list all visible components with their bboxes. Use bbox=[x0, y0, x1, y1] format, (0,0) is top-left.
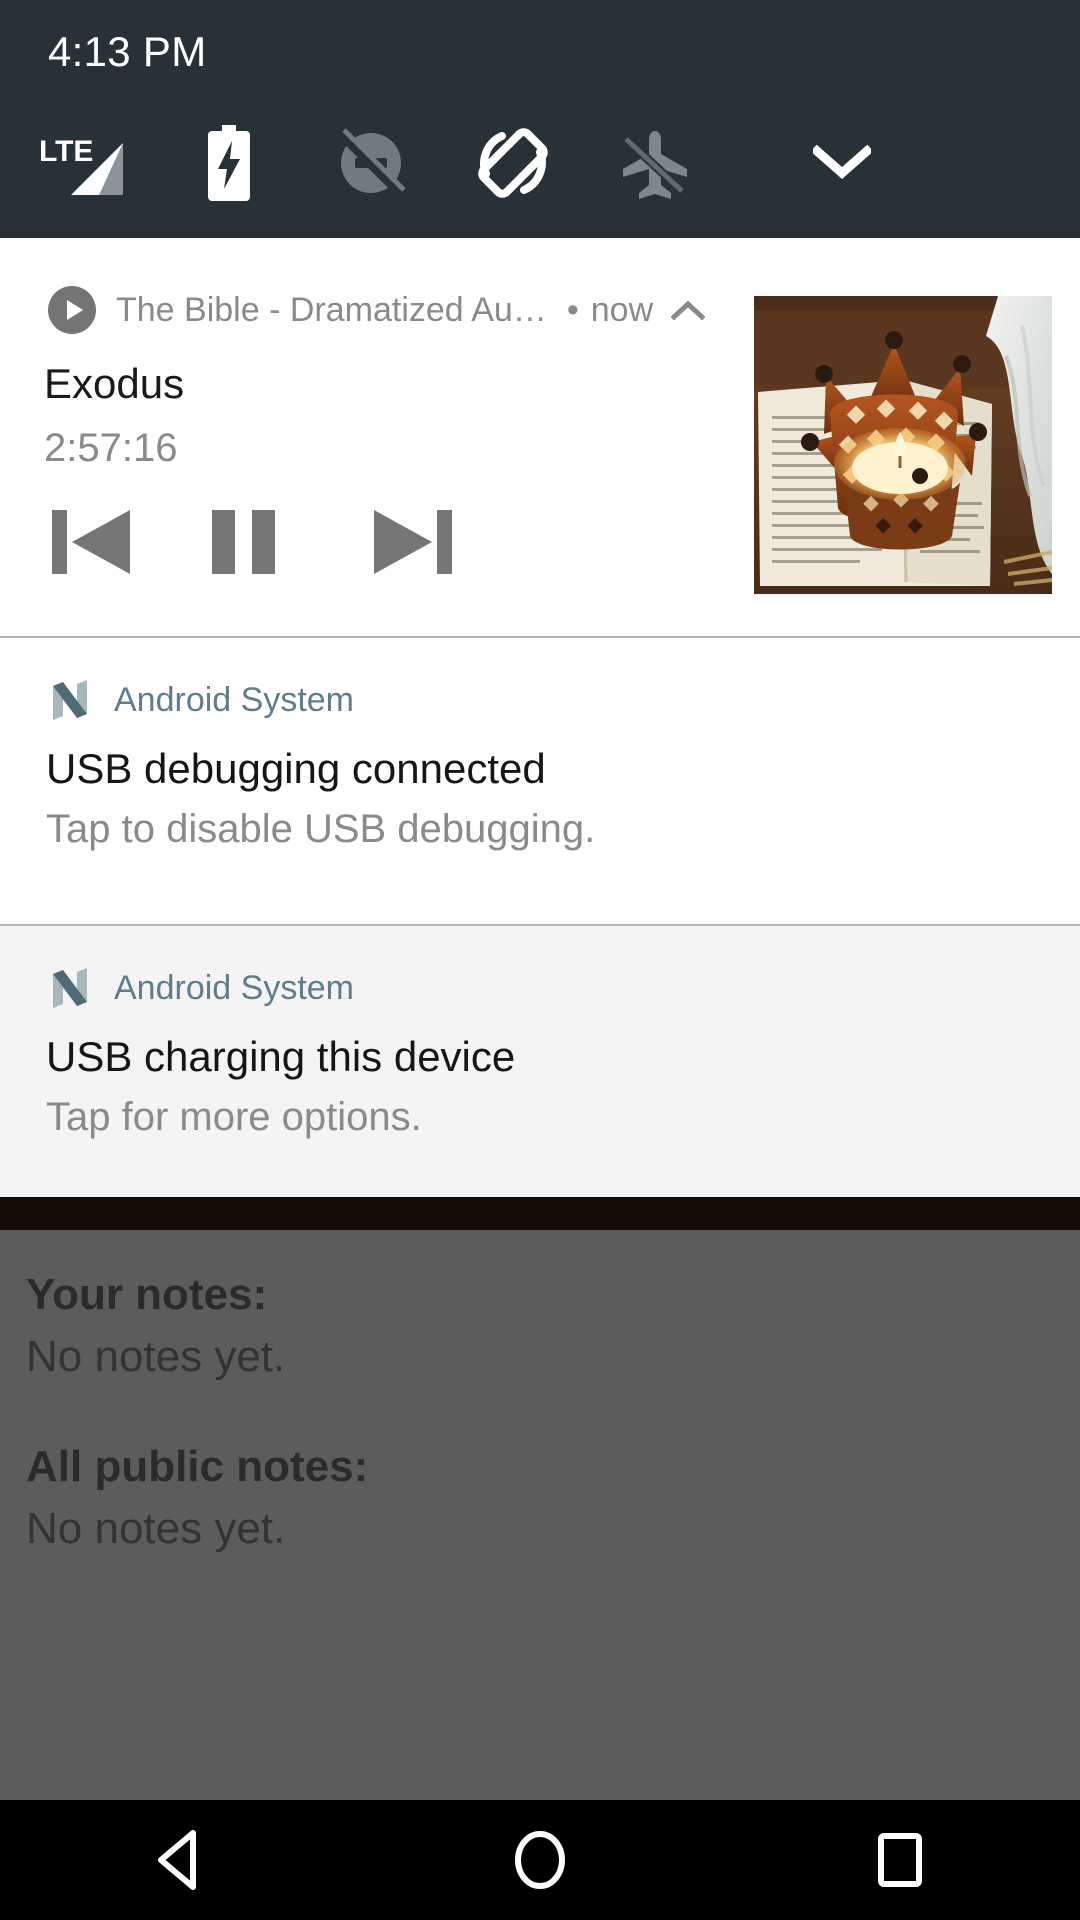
pause-button[interactable] bbox=[208, 492, 334, 592]
home-button[interactable] bbox=[450, 1800, 630, 1920]
notification-usb-charging[interactable]: Android System USB charging this device … bbox=[0, 926, 1080, 1212]
android-nougat-logo-icon bbox=[48, 966, 92, 1010]
notification-app-name: Android System bbox=[114, 969, 354, 1007]
navigation-bar bbox=[0, 1800, 1080, 1920]
status-bar-icon-row: LTE bbox=[0, 118, 1080, 218]
svg-text:LTE: LTE bbox=[39, 135, 93, 168]
app-action-bar bbox=[0, 1197, 1080, 1230]
notification-header: Android System bbox=[48, 678, 354, 722]
all-public-notes-heading: All public notes: bbox=[26, 1442, 369, 1491]
notification-app-name: Android System bbox=[114, 681, 354, 719]
notification-text: Tap to disable USB debugging. bbox=[46, 807, 596, 851]
media-track-title: Exodus bbox=[44, 360, 185, 407]
notification-text: Tap for more options. bbox=[46, 1095, 422, 1139]
media-controls bbox=[48, 492, 494, 592]
back-triangle-icon bbox=[158, 1830, 196, 1890]
home-circle-icon bbox=[515, 1831, 565, 1889]
status-bar-header: 4:13 PM LTE bbox=[0, 0, 1080, 238]
lte-signal-icon: LTE bbox=[32, 118, 142, 208]
recents-square-icon bbox=[878, 1833, 922, 1887]
notification-media-player[interactable]: The Bible - Dramatized Au… • now Exodus … bbox=[0, 238, 1080, 636]
recents-button[interactable] bbox=[810, 1800, 990, 1920]
auto-rotate-icon bbox=[458, 118, 568, 208]
back-button[interactable] bbox=[90, 1800, 270, 1920]
notes-list: Your notes: No notes yet. All public not… bbox=[0, 1230, 1080, 1800]
android-nougat-logo-icon bbox=[48, 678, 92, 722]
android-notification-shade-screen: 4:13 PM LTE The Bible - Dramatized Au… •… bbox=[0, 0, 1080, 1920]
notification-usb-debugging[interactable]: Android System USB debugging connected T… bbox=[0, 638, 1080, 924]
play-circle-icon bbox=[48, 286, 96, 334]
status-bar-clock: 4:13 PM bbox=[48, 28, 207, 75]
media-notification-time: now bbox=[590, 291, 654, 329]
chevron-down-icon[interactable] bbox=[742, 118, 942, 208]
media-notification-time-separator: • bbox=[566, 291, 579, 329]
notification-header: Android System bbox=[48, 966, 354, 1010]
notification-title: USB charging this device bbox=[46, 1033, 516, 1080]
your-notes-heading: Your notes: bbox=[26, 1270, 268, 1319]
all-public-notes-empty-text: No notes yet. bbox=[26, 1504, 286, 1553]
media-notification-header: The Bible - Dramatized Au… • now bbox=[48, 286, 706, 334]
your-notes-empty-text: No notes yet. bbox=[26, 1332, 286, 1381]
media-track-duration: 2:57:16 bbox=[44, 426, 178, 470]
notification-title: USB debugging connected bbox=[46, 745, 546, 792]
notifications-off-icon bbox=[316, 118, 426, 208]
dimmed-app-content: Your notes: No notes yet. All public not… bbox=[0, 1197, 1080, 1800]
chevron-up-icon[interactable] bbox=[671, 293, 706, 327]
next-track-button[interactable] bbox=[368, 492, 494, 592]
battery-charging-icon bbox=[174, 118, 284, 208]
previous-track-button[interactable] bbox=[48, 492, 174, 592]
airplane-mode-off-icon bbox=[600, 118, 710, 208]
media-app-name: The Bible - Dramatized Au… bbox=[116, 291, 547, 329]
media-album-art bbox=[754, 296, 1052, 594]
notification-shade: The Bible - Dramatized Au… • now Exodus … bbox=[0, 238, 1080, 1212]
